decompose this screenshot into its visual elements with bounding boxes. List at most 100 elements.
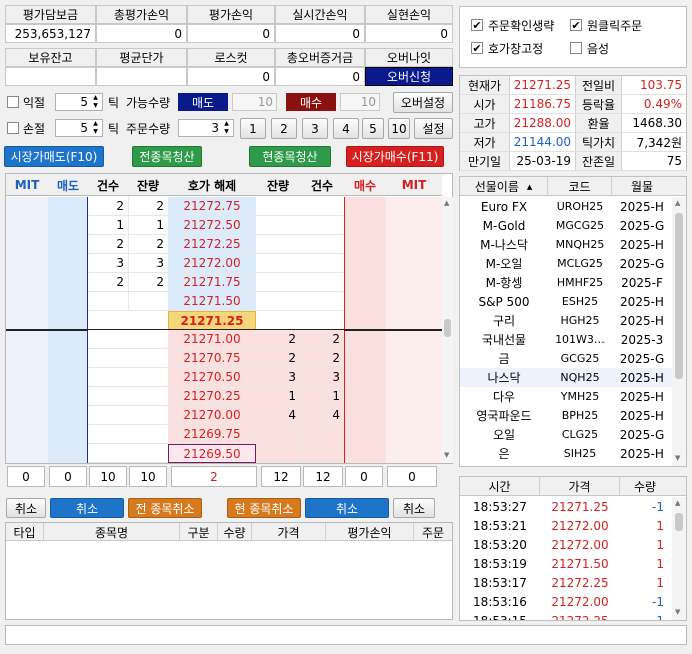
col-order[interactable]: 주문 — [414, 523, 452, 541]
bid-sell-empty[interactable] — [88, 444, 168, 463]
orderbook-scrollbar[interactable]: ▲ ▼ — [442, 197, 453, 463]
ask-buy-empty[interactable] — [256, 292, 344, 311]
orderbook-row[interactable]: 21269.50 — [6, 444, 442, 463]
ask-price[interactable]: 21272.25 — [168, 235, 256, 254]
bid-sell-empty[interactable] — [88, 387, 168, 406]
futures-row[interactable]: 영국파운드 BPH25 2025-H — [460, 406, 672, 425]
futures-row[interactable]: M-Gold MGCG25 2025-G — [460, 216, 672, 235]
bid-price[interactable]: 21270.25 — [168, 387, 256, 406]
col-type[interactable]: 타입 — [6, 523, 44, 541]
one-click-checkbox[interactable]: ✔ — [570, 19, 582, 31]
col-side[interactable]: 구분 — [180, 523, 218, 541]
market-buy-button[interactable]: 시장가매수(F11) — [346, 146, 444, 167]
futures-row[interactable]: M-오일 MCLG25 2025-G — [460, 254, 672, 273]
bid-price[interactable]: 21270.75 — [168, 349, 256, 368]
ask-buy-empty[interactable] — [256, 197, 344, 216]
futures-row[interactable]: 오일 CLG25 2025-G — [460, 425, 672, 444]
futures-row[interactable]: 은 SIH25 2025-H — [460, 444, 672, 463]
col-trade-qty[interactable]: 수량 — [620, 477, 670, 496]
col-name[interactable]: 종목명 — [44, 523, 180, 541]
overnight-setting-button[interactable]: 오버설정 — [393, 92, 453, 113]
order-qty-stepper[interactable]: 3 ▲ ▼ — [178, 119, 234, 137]
cancel-current-button[interactable]: 현 종목취소 — [227, 498, 301, 518]
scroll-up-icon[interactable]: ▲ — [675, 199, 680, 207]
scroll-thumb[interactable] — [675, 213, 683, 379]
scroll-thumb[interactable] — [444, 319, 451, 337]
spin-arrows-icon[interactable]: ▲ ▼ — [221, 120, 232, 136]
orderbook-row[interactable]: 21270.50 3 3 — [6, 368, 442, 387]
futures-row[interactable]: 다우 YMH25 2025-H — [460, 387, 672, 406]
futures-row[interactable]: 구리 HGH25 2025-H — [460, 311, 672, 330]
setting-button[interactable]: 설정 — [414, 118, 453, 139]
cancel-sell-button[interactable]: 취소 — [50, 498, 124, 518]
clear-all-button[interactable]: 전종목청산 — [132, 146, 202, 167]
loss-checkbox[interactable] — [7, 122, 19, 134]
header-price-release[interactable]: 호가 해제 — [168, 174, 256, 196]
bid-sell-empty[interactable] — [88, 425, 168, 444]
col-qty[interactable]: 수량 — [218, 523, 252, 541]
ask-price[interactable]: 21272.75 — [168, 197, 256, 216]
orderbook-row[interactable]: 2 2 21272.25 — [6, 235, 442, 254]
orderbook-row[interactable]: 1 1 21272.50 — [6, 216, 442, 235]
clear-current-button[interactable]: 현종목청산 — [249, 146, 331, 167]
market-sell-button[interactable]: 시장가매도(F10) — [4, 146, 104, 167]
ask-price[interactable]: 21272.50 — [168, 216, 256, 235]
header-mit-sell[interactable]: MIT — [6, 174, 48, 196]
futures-row[interactable]: Euro FX UROH25 2025-H — [460, 197, 672, 216]
orderbook-row[interactable]: 21270.75 2 2 — [6, 349, 442, 368]
profit-checkbox[interactable] — [7, 96, 19, 108]
order-confirm-checkbox[interactable]: ✔ — [471, 19, 483, 31]
qty-5-button[interactable]: 5 — [362, 118, 384, 139]
bid-price[interactable]: 21271.00 — [168, 330, 256, 349]
scroll-down-icon[interactable]: ▼ — [675, 454, 680, 462]
profit-stepper[interactable]: 5 ▲ ▼ — [55, 93, 103, 111]
orderbook-row[interactable]: 2 2 21271.75 — [6, 273, 442, 292]
ask-price[interactable]: 21272.00 — [168, 254, 256, 273]
orderbook-row[interactable]: 21270.25 1 1 — [6, 387, 442, 406]
bid-sell-empty[interactable] — [88, 368, 168, 387]
futures-row[interactable]: S&P 500 ESH25 2025-H — [460, 292, 672, 311]
col-month[interactable]: 월물 — [612, 177, 672, 196]
bid-sell-empty[interactable] — [88, 349, 168, 368]
scroll-up-icon[interactable]: ▲ — [675, 499, 680, 507]
cancel-all-button[interactable]: 전 종목취소 — [128, 498, 202, 518]
spin-arrows-icon[interactable]: ▲ ▼ — [90, 120, 101, 136]
col-code[interactable]: 코드 — [548, 177, 612, 196]
futures-row[interactable]: 금 GCG25 2025-G — [460, 349, 672, 368]
col-trade-price[interactable]: 가격 — [540, 477, 620, 496]
col-time[interactable]: 시간 — [460, 477, 540, 496]
cancel-sell-mit-button[interactable]: 취소 — [6, 498, 46, 518]
bid-price[interactable]: 21270.00 — [168, 406, 256, 425]
futures-row[interactable]: M-나스닥 MNQH25 2025-H — [460, 235, 672, 254]
ask-buy-empty[interactable] — [256, 216, 344, 235]
trades-scrollbar[interactable]: ▲ ▼ — [672, 497, 686, 620]
futures-row[interactable]: 나스닥 NQH25 2025-H — [460, 368, 672, 387]
qty-1-button[interactable]: 1 — [240, 118, 266, 139]
qty-3-button[interactable]: 3 — [302, 118, 328, 139]
bid-price[interactable]: 21270.50 — [168, 368, 256, 387]
col-future-name[interactable]: 선물이름 ▲ — [460, 177, 548, 196]
ask-price[interactable]: 21271.50 — [168, 292, 256, 311]
orderbook-row[interactable]: 21270.00 4 4 — [6, 406, 442, 425]
orderbook-row[interactable]: 21269.75 — [6, 425, 442, 444]
cancel-buy-button[interactable]: 취소 — [305, 498, 389, 518]
bid-sell-empty[interactable] — [88, 406, 168, 425]
orderbook-row[interactable]: 21271.00 2 2 — [6, 330, 442, 349]
scroll-up-icon[interactable]: ▲ — [444, 199, 449, 207]
col-price[interactable]: 가격 — [252, 523, 326, 541]
fix-quote-checkbox[interactable]: ✔ — [471, 42, 483, 54]
orderbook-row[interactable]: 21271.50 — [6, 292, 442, 311]
bid-price[interactable]: 21269.50 — [168, 444, 256, 463]
header-mit-buy[interactable]: MIT — [386, 174, 442, 196]
bid-price[interactable]: 21269.75 — [168, 425, 256, 444]
ask-buy-empty[interactable] — [256, 254, 344, 273]
loss-stepper[interactable]: 5 ▲ ▼ — [55, 119, 103, 137]
ask-price[interactable]: 21271.75 — [168, 273, 256, 292]
futures-row[interactable]: 국내선물 101W3… 2025-3 — [460, 330, 672, 349]
ask-buy-empty[interactable] — [256, 235, 344, 254]
qty-2-button[interactable]: 2 — [271, 118, 297, 139]
ask-buy-empty[interactable] — [256, 273, 344, 292]
col-eval-pnl[interactable]: 평가손익 — [326, 523, 414, 541]
qty-10-button[interactable]: 10 — [388, 118, 410, 139]
orderbook-row[interactable]: 21271.25 — [6, 311, 442, 330]
